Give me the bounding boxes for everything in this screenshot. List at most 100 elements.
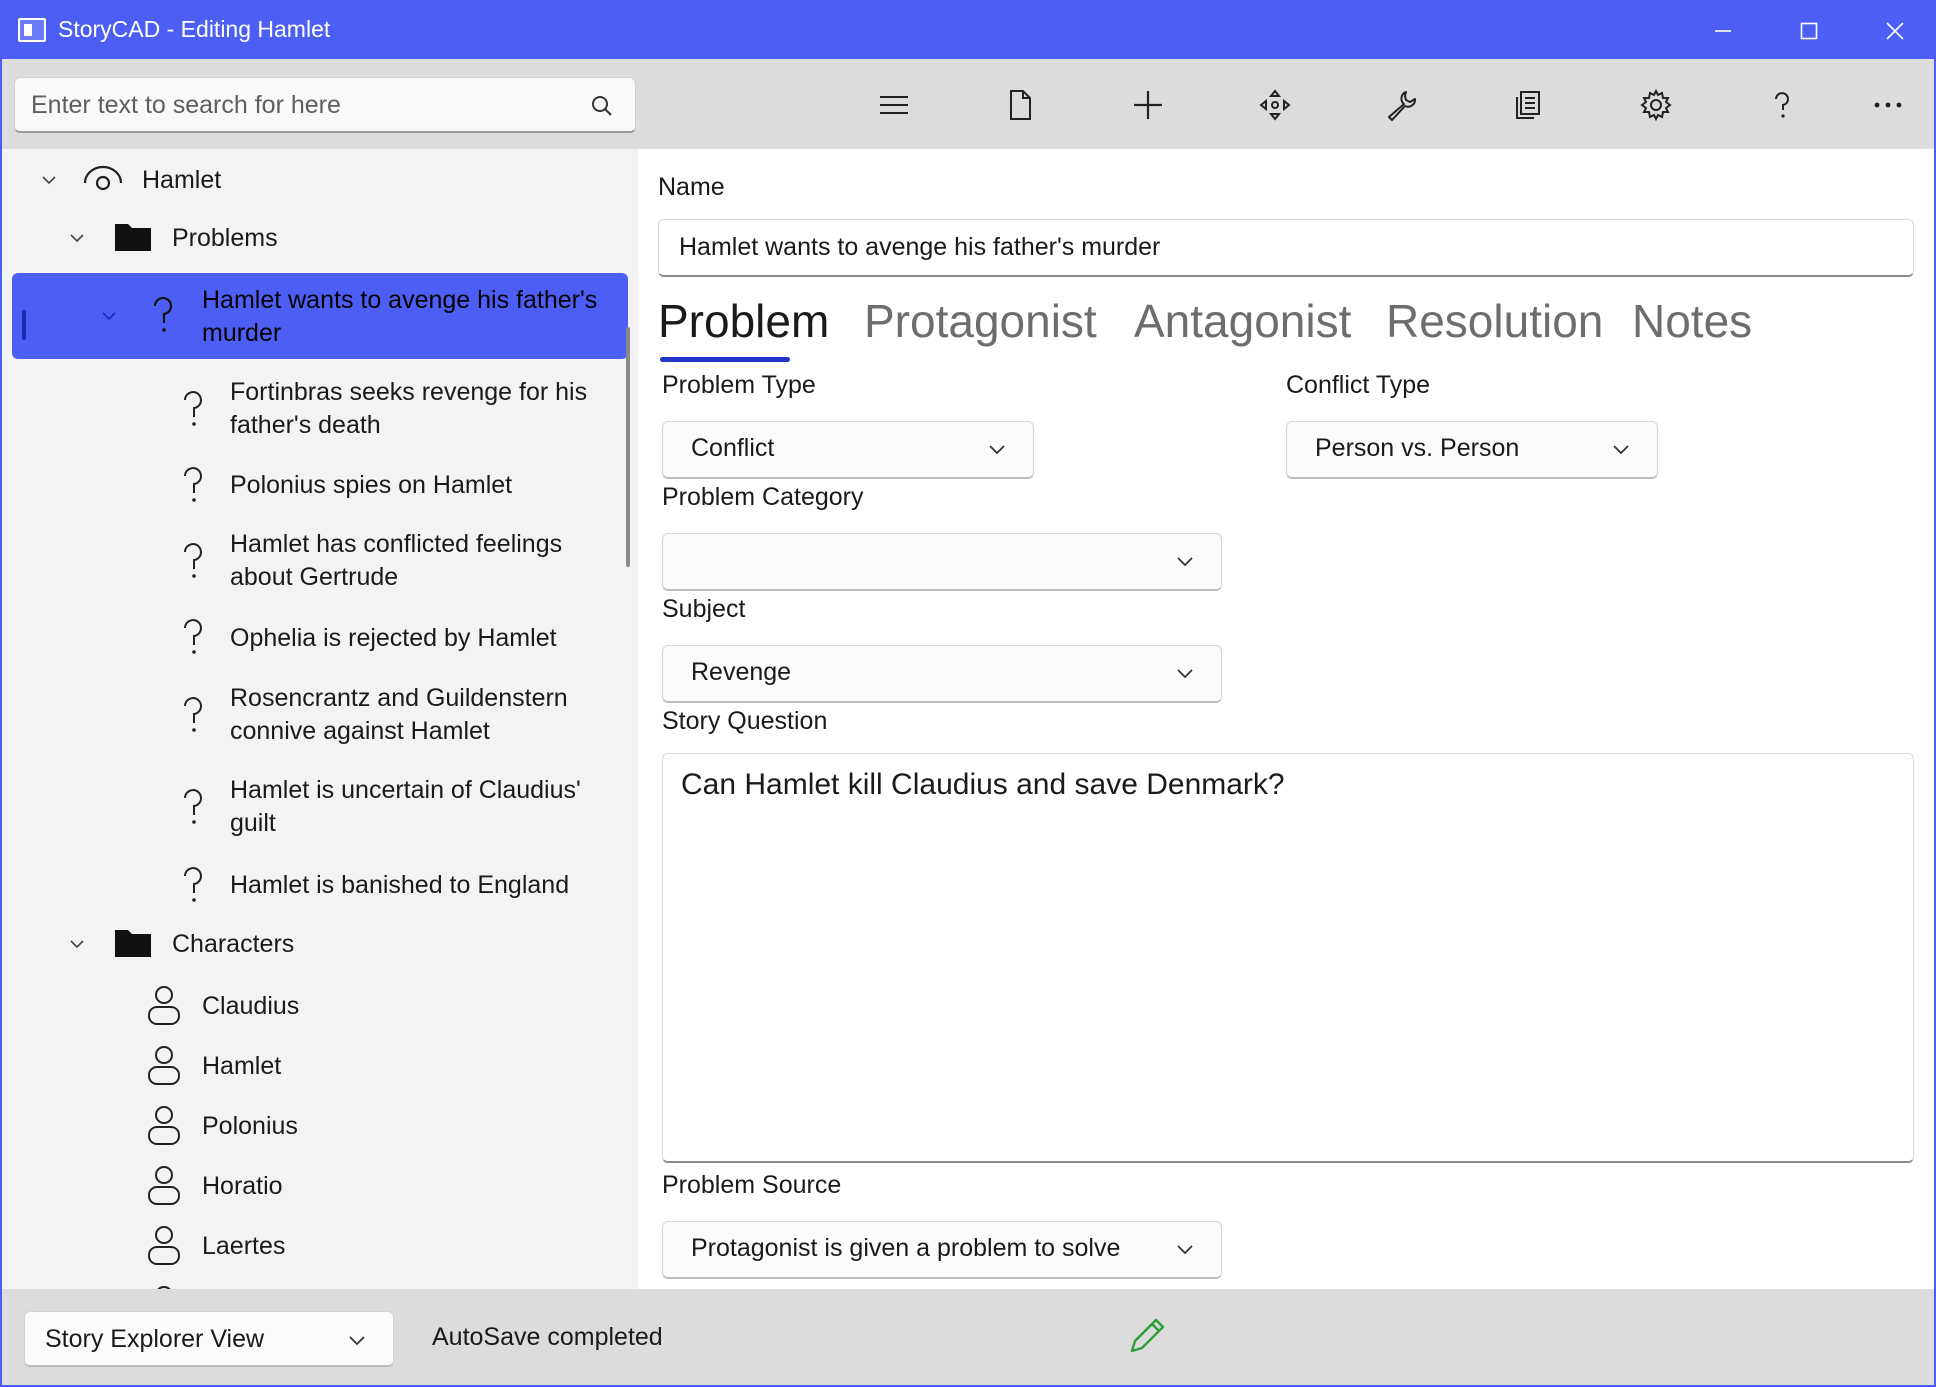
tree-node-problems-folder[interactable]: Problems xyxy=(2,215,628,261)
tree-node-label: Hamlet xyxy=(202,1052,282,1080)
chevron-down-icon xyxy=(1177,557,1193,567)
tree-node-character-partial[interactable] xyxy=(2,1281,628,1289)
tree-node-label: Fortinbras seeks revenge for his xyxy=(230,378,588,406)
tree-node-story-root[interactable]: Hamlet xyxy=(2,157,628,203)
tree-node-label-line2: father's death xyxy=(230,411,381,439)
tree-node-problem[interactable]: Hamlet is uncertain of Claudius' guilt xyxy=(2,769,628,847)
app-logo-icon xyxy=(18,18,46,42)
subject-dropdown[interactable]: Revenge xyxy=(662,645,1222,703)
minimize-button[interactable] xyxy=(1680,2,1766,59)
view-selector-dropdown[interactable]: Story Explorer View xyxy=(24,1311,394,1367)
problem-source-label: Problem Source xyxy=(662,1171,842,1199)
tree-node-problem[interactable]: Rosencrantz and Guildenstern connive aga… xyxy=(2,677,628,755)
menu-button[interactable] xyxy=(870,81,918,129)
tab-protagonist[interactable]: Protagonist xyxy=(864,294,1097,348)
tree-node-character[interactable]: Laertes xyxy=(2,1221,628,1271)
tree-node-characters-folder[interactable]: Characters xyxy=(2,921,628,967)
tools-icon xyxy=(1388,91,1417,121)
tab-antagonist[interactable]: Antagonist xyxy=(1134,294,1351,348)
subject-value: Revenge xyxy=(691,658,792,686)
conflict-type-dropdown[interactable]: Person vs. Person xyxy=(1286,421,1658,479)
search-icon[interactable] xyxy=(589,93,615,119)
tree-node-label: Hamlet has conflicted feelings xyxy=(230,530,563,558)
tree-node-problem[interactable]: Hamlet has conflicted feelings about Ger… xyxy=(2,523,628,601)
folder-icon xyxy=(115,930,151,957)
tree-node-label: Horatio xyxy=(202,1172,283,1200)
chevron-down-icon[interactable] xyxy=(66,933,88,955)
more-button[interactable] xyxy=(1864,81,1912,129)
help-icon xyxy=(1775,92,1789,118)
active-tab-indicator xyxy=(660,357,790,362)
settings-button[interactable] xyxy=(1632,81,1680,129)
new-file-icon xyxy=(1010,90,1031,120)
autosave-status: AutoSave completed xyxy=(432,1323,663,1351)
problem-category-dropdown[interactable] xyxy=(662,533,1222,591)
question-icon xyxy=(184,543,202,578)
chevron-down-icon[interactable] xyxy=(98,305,120,327)
tree-node-label: Hamlet is banished to England xyxy=(230,871,570,899)
move-button[interactable] xyxy=(1251,81,1299,129)
tree-node-character[interactable]: Horatio xyxy=(2,1161,628,1211)
tree-node-problem[interactable]: Hamlet is banished to England xyxy=(2,861,628,911)
person-icon xyxy=(148,986,180,1025)
tree-node-label: Problems xyxy=(172,224,278,252)
problem-source-dropdown[interactable]: Protagonist is given a problem to solve xyxy=(662,1221,1222,1279)
search-input[interactable] xyxy=(31,78,571,132)
conflict-type-value: Person vs. Person xyxy=(1315,434,1520,462)
tab-resolution[interactable]: Resolution xyxy=(1386,294,1603,348)
problem-source-value: Protagonist is given a problem to solve xyxy=(691,1234,1121,1262)
problem-type-dropdown[interactable]: Conflict xyxy=(662,421,1034,479)
tree-node-label-line2: guilt xyxy=(230,809,276,837)
add-button[interactable] xyxy=(1124,81,1172,129)
question-icon xyxy=(153,297,173,332)
chevron-down-icon[interactable] xyxy=(38,169,60,191)
tree-node-problem-selected[interactable]: Hamlet wants to avenge his father's murd… xyxy=(12,273,628,359)
tree-node-problem[interactable]: Ophelia is rejected by Hamlet xyxy=(2,613,628,663)
question-icon xyxy=(184,467,202,502)
question-icon xyxy=(184,619,202,654)
new-file-button[interactable] xyxy=(996,81,1044,129)
tree-node-character[interactable]: Polonius xyxy=(2,1101,628,1151)
person-icon xyxy=(148,1226,180,1265)
person-icon xyxy=(148,1106,180,1145)
window-title: StoryCAD - Editing Hamlet xyxy=(58,16,331,42)
tree-node-label: Polonius spies on Hamlet xyxy=(230,471,513,499)
move-icon xyxy=(1259,89,1291,121)
tree-scrollbar[interactable] xyxy=(626,327,630,567)
chevron-down-icon[interactable] xyxy=(66,227,88,249)
maximize-button[interactable] xyxy=(1766,2,1852,59)
tree-node-problem[interactable]: Fortinbras seeks revenge for his father'… xyxy=(2,371,628,449)
tree-node-label: Hamlet xyxy=(142,166,222,194)
pencil-icon[interactable] xyxy=(1124,1313,1170,1359)
maximize-icon xyxy=(1800,22,1818,39)
name-field[interactable]: Hamlet wants to avenge his father's murd… xyxy=(658,219,1914,277)
chevron-down-icon xyxy=(989,445,1005,455)
tree-node-label: Hamlet is uncertain of Claudius' xyxy=(230,776,581,804)
tools-button[interactable] xyxy=(1377,81,1425,129)
folder-icon xyxy=(115,224,151,251)
question-icon xyxy=(184,867,202,902)
view-selector-value: Story Explorer View xyxy=(45,1325,265,1353)
tab-problem[interactable]: Problem xyxy=(658,294,829,348)
menu-icon xyxy=(880,96,908,114)
tree-node-label: Claudius xyxy=(202,992,300,1020)
tree-node-problem[interactable]: Polonius spies on Hamlet xyxy=(2,461,628,511)
tree-node-character[interactable]: Hamlet xyxy=(2,1041,628,1091)
story-question-field[interactable]: Can Hamlet kill Claudius and save Denmar… xyxy=(662,753,1914,1163)
chevron-down-icon xyxy=(349,1336,365,1346)
app-window: StoryCAD - Editing Hamlet Enter text to … xyxy=(0,0,1936,1387)
problem-type-value: Conflict xyxy=(691,434,775,462)
name-label: Name xyxy=(658,173,725,201)
tree-node-character[interactable]: Claudius xyxy=(2,981,628,1031)
more-icon xyxy=(1874,102,1902,108)
story-question-label: Story Question xyxy=(662,707,828,735)
selection-indicator xyxy=(22,310,26,340)
close-button[interactable] xyxy=(1852,2,1934,59)
problem-type-label: Problem Type xyxy=(662,371,816,399)
tree-node-label-line2: connive against Hamlet xyxy=(230,717,490,745)
reports-button[interactable] xyxy=(1504,81,1552,129)
tab-notes[interactable]: Notes xyxy=(1632,294,1752,348)
person-icon xyxy=(148,1166,180,1205)
question-icon xyxy=(184,391,202,426)
help-button[interactable] xyxy=(1758,81,1806,129)
